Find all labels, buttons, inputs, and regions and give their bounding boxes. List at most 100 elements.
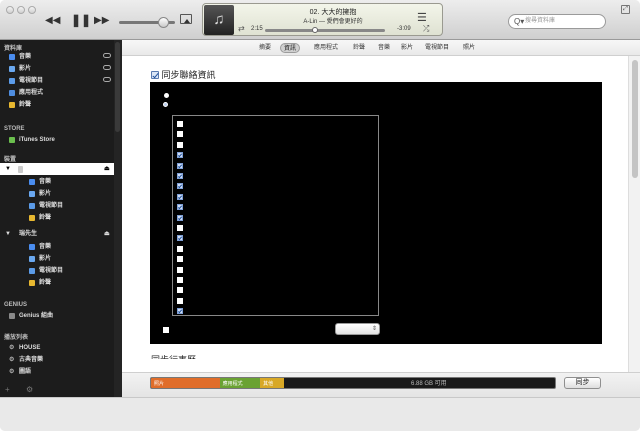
contact-group-checkbox[interactable] — [177, 256, 183, 263]
tab-photos[interactable]: 照片 — [460, 43, 478, 53]
sidebar-item-label: iTunes Store — [19, 137, 55, 143]
contact-group-checkbox[interactable] — [177, 183, 183, 190]
sidebar-item-device2-movies[interactable]: 影片 — [0, 253, 114, 265]
sidebar-item-device2[interactable]: ▼ 瑞先生 ⏏ — [0, 228, 114, 240]
tab-tv-shows[interactable]: 電視節目 — [422, 43, 452, 53]
sidebar-item-music[interactable]: 音樂 — [0, 51, 114, 63]
album-art[interactable]: ♫ — [204, 5, 234, 35]
tab-movies[interactable]: 影片 — [398, 43, 416, 53]
zoom-window-button[interactable] — [28, 6, 36, 14]
sidebar-item-device-selected[interactable]: ▼ ⏏ — [0, 163, 114, 175]
content-scroll-thumb[interactable] — [632, 60, 638, 178]
shuffle-icon[interactable]: ⤮ — [423, 24, 429, 34]
sidebar-item-tv[interactable]: 電視節目 — [0, 75, 114, 87]
progress-knob[interactable] — [312, 27, 319, 33]
sync-contacts-row[interactable]: 同步聯絡資訊 — [151, 68, 216, 81]
contact-group-checkbox[interactable] — [177, 141, 183, 148]
contacts-dropdown[interactable]: ⇕ — [335, 323, 380, 335]
sidebar-item-label: Genius 組曲 — [19, 313, 54, 319]
selected-groups-radio[interactable] — [163, 102, 168, 107]
eject-icon[interactable]: ⏏ — [104, 228, 110, 240]
volume-knob[interactable] — [157, 17, 169, 28]
add-playlist-icon[interactable]: + — [5, 385, 10, 394]
sidebar-item-playlist-3[interactable]: ⚙ 圖語 — [0, 366, 114, 378]
pause-button[interactable]: ❚❚ — [71, 14, 91, 26]
contact-group-checkbox[interactable] — [177, 214, 183, 221]
fullscreen-icon[interactable]: ⤢ — [621, 5, 630, 14]
contact-group-checkbox[interactable] — [177, 131, 183, 138]
playlists-header: 播放列表 — [4, 335, 29, 341]
iphone-icon — [18, 166, 23, 173]
add-contacts-checkbox[interactable] — [163, 327, 169, 333]
sidebar-item-label: 影片 — [39, 191, 52, 197]
movie-icon — [29, 256, 35, 262]
search-input[interactable]: 搜尋資料庫 — [525, 18, 555, 24]
contact-group-checkbox[interactable] — [177, 173, 183, 179]
sync-calendars-heading: 同步行事曆 — [151, 353, 196, 359]
tab-info[interactable]: 資訊 — [280, 43, 301, 53]
sync-contacts-label: 同步聯絡資訊 — [161, 70, 216, 80]
contact-group-checkbox[interactable] — [177, 162, 183, 169]
sidebar-item-apps[interactable]: 應用程式 — [0, 87, 114, 99]
contact-group-checkbox[interactable] — [177, 204, 183, 211]
sidebar-item-device-tv[interactable]: 電視節目 — [0, 200, 114, 212]
contact-group-checkbox[interactable] — [177, 308, 183, 315]
next-track-button[interactable]: ▶▶ — [94, 15, 109, 27]
settings-gear-icon[interactable]: ⚙ — [26, 385, 33, 394]
sidebar-item-movies[interactable]: 影片 — [0, 63, 114, 75]
sidebar-item-label: 電視節目 — [39, 268, 64, 274]
all-contacts-radio[interactable] — [164, 93, 169, 98]
repeat-icon[interactable]: ⇄ — [238, 24, 245, 33]
sidebar-item-playlist-classical[interactable]: ⚙ 古典音樂 — [0, 354, 114, 366]
sidebar-item-device2-music[interactable]: 音樂 — [0, 241, 114, 253]
contact-group-checkbox[interactable] — [177, 297, 183, 304]
artist-album: A-Lin — 愛們會更好的 — [303, 19, 363, 25]
contact-group-checkbox[interactable] — [177, 235, 183, 242]
sidebar-item-label: 鈴聲 — [39, 280, 52, 286]
contact-group-checkbox[interactable] — [177, 245, 183, 252]
contact-groups-list — [172, 115, 379, 316]
sync-contacts-checkbox[interactable] — [151, 71, 159, 79]
sidebar-item-device2-tv[interactable]: 電視節目 — [0, 265, 114, 277]
contact-group-checkbox[interactable] — [177, 266, 183, 273]
capacity-bar-area: 其他 應用程式 照片 6.88 GB 可用 同步 — [122, 372, 640, 397]
contact-group-checkbox[interactable] — [177, 225, 183, 231]
contact-group-checkbox[interactable] — [177, 277, 183, 283]
movie-icon — [9, 66, 15, 72]
contact-group-checkbox[interactable] — [177, 193, 183, 200]
minimize-window-button[interactable] — [17, 6, 25, 14]
disclosure-triangle-icon[interactable]: ▼ — [5, 228, 11, 240]
eject-icon[interactable]: ⏏ — [104, 163, 110, 175]
sidebar-item-genius-mixes[interactable]: Genius 組曲 — [0, 310, 114, 322]
sidebar-item-device-ringtones[interactable]: 鈴聲 — [0, 212, 114, 224]
bell-icon — [9, 102, 15, 108]
up-next-list-icon[interactable]: ☰ — [417, 13, 431, 24]
sidebar-item-itunes-store[interactable]: iTunes Store — [0, 134, 114, 146]
sidebar-scroll-thumb[interactable] — [115, 42, 120, 132]
tab-music[interactable]: 音樂 — [375, 43, 393, 53]
search-field[interactable]: Q▾ 搜尋資料庫 — [508, 14, 606, 29]
previous-track-button[interactable]: ◀◀ — [45, 15, 60, 27]
sidebar: 資料庫 音樂 影片 電視節目 應用程式 鈴聲 STORE iTunes Stor — [0, 40, 122, 397]
progress-bar[interactable] — [265, 27, 385, 33]
sidebar-item-playlist-house[interactable]: ⚙ HOUSE — [0, 342, 114, 354]
icloud-icon — [103, 77, 111, 82]
sidebar-item-device-music[interactable]: 音樂 — [0, 176, 114, 188]
contact-group-checkbox[interactable] — [177, 121, 183, 127]
sidebar-item-device-movies[interactable]: 影片 — [0, 188, 114, 200]
sidebar-item-ringtones[interactable]: 鈴聲 — [0, 99, 114, 111]
contact-group-checkbox[interactable] — [177, 287, 183, 294]
sidebar-item-device2-ringtones[interactable]: 鈴聲 — [0, 277, 114, 289]
sync-button[interactable]: 同步 — [564, 377, 601, 389]
close-window-button[interactable] — [6, 6, 14, 14]
contact-group-checkbox[interactable] — [177, 152, 183, 159]
smart-playlist-gear-icon: ⚙ — [9, 369, 15, 375]
sidebar-item-label: 音樂 — [39, 244, 52, 250]
tab-summary[interactable]: 摘要 — [256, 43, 274, 53]
tab-ringtones[interactable]: 鈴聲 — [350, 43, 368, 53]
sidebar-scrollbar[interactable] — [114, 40, 122, 397]
content-scrollbar[interactable] — [628, 56, 640, 397]
disclosure-triangle-icon[interactable]: ▼ — [5, 163, 11, 175]
tab-apps[interactable]: 應用程式 — [311, 43, 341, 53]
airplay-icon[interactable] — [180, 14, 192, 24]
